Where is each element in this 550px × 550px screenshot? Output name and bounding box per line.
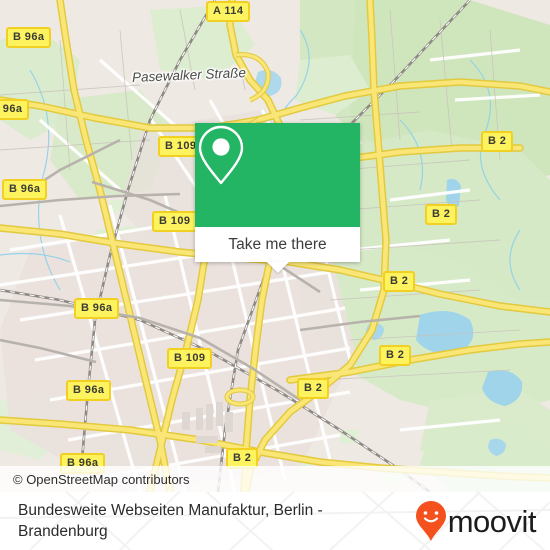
road-shield: B 2 <box>297 378 330 399</box>
road-shield-label: B 2 <box>233 452 252 464</box>
road-shield-label: B 96a <box>81 302 113 314</box>
road-shield-label: B 2 <box>304 382 323 394</box>
road-shield: B 2 <box>425 204 458 225</box>
road-shield-label: B 96a <box>0 103 23 115</box>
road-shield-label: B 96a <box>73 384 105 396</box>
moovit-smiley-pin-icon <box>415 501 446 541</box>
map-pin-icon <box>198 125 244 185</box>
road-shield-label: B 2 <box>386 349 405 361</box>
road-shield: B 2 <box>379 345 412 366</box>
road-shield: B 2 <box>481 131 514 152</box>
location-popup[interactable]: Take me there <box>195 123 360 273</box>
road-shield-label: B 109 <box>174 352 206 364</box>
road-shield-label: A 114 <box>213 5 244 17</box>
road-shield: B 2 <box>383 271 416 292</box>
road-shield: B 109 <box>152 211 198 232</box>
road-shield-label: B 109 <box>159 215 191 227</box>
popup-icon-area <box>195 123 360 227</box>
popup-pointer <box>266 262 289 273</box>
road-shield: B 109 <box>167 348 213 369</box>
road-shield: A 114 <box>206 1 251 22</box>
moovit-logo[interactable]: moovit <box>415 500 537 542</box>
road-shield: B 96a <box>66 380 112 401</box>
road-shield-label: B 2 <box>488 135 507 147</box>
road-shield: B 96a <box>74 298 120 319</box>
road-shield-label: B 96a <box>9 183 41 195</box>
road-shield-label: B 2 <box>390 275 409 287</box>
map-attribution[interactable]: © OpenStreetMap contributors <box>0 466 550 492</box>
place-title: Bundesweite Webseiten Manufaktur, Berlin… <box>18 502 323 540</box>
take-me-there-label: Take me there <box>228 235 327 253</box>
map-canvas[interactable]: Pasewalker Straße A 114 B 96a B 96a B 10… <box>0 0 550 492</box>
road-shield: B 96a <box>6 27 52 48</box>
road-shield-label: B 109 <box>165 140 197 152</box>
road-shield: B 96a <box>0 99 30 120</box>
attribution-text: © OpenStreetMap contributors <box>13 471 190 487</box>
road-shield: B 96a <box>2 179 48 200</box>
map-screenshot: Pasewalker Straße A 114 B 96a B 96a B 10… <box>0 0 550 550</box>
footer-bar: Bundesweite Webseiten Manufaktur, Berlin… <box>0 492 550 550</box>
take-me-there-button[interactable]: Take me there <box>195 227 360 262</box>
road-shield-label: B 96a <box>13 31 45 43</box>
road-shield-label: B 2 <box>432 208 451 220</box>
moovit-wordmark: moovit <box>447 503 537 539</box>
